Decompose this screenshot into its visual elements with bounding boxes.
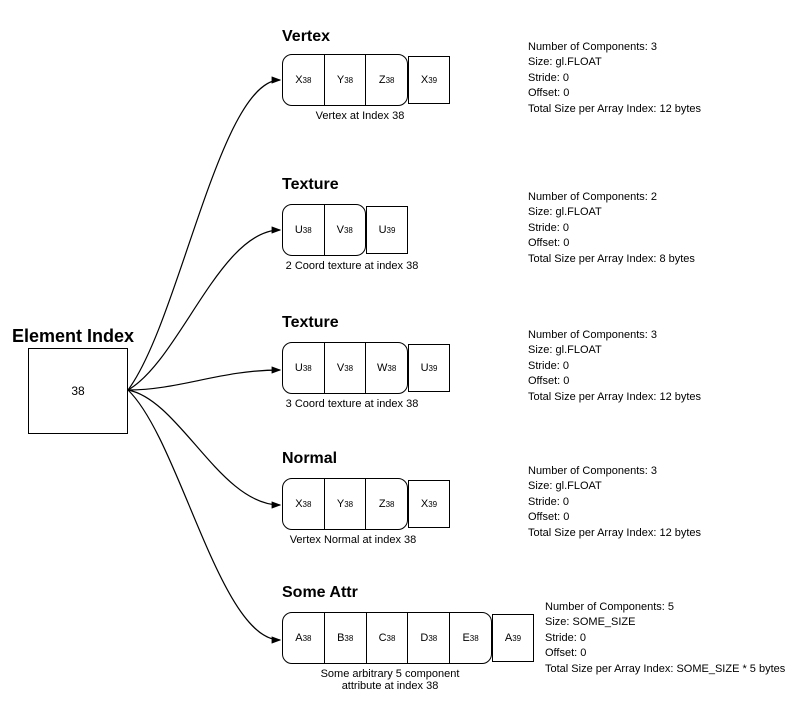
caption-vertex: Vertex at Index 38 <box>290 110 430 122</box>
buffer-cell: V38 <box>325 343 367 393</box>
metadata-normal: Number of Components: 3 Size: gl.FLOAT S… <box>528 464 701 541</box>
buffer-cell: A38 <box>283 613 325 663</box>
buffer-cell: V38 <box>325 205 366 255</box>
attr-title-someattr: Some Attr <box>282 584 358 602</box>
buffer-normal-overflow: X39 <box>408 480 450 528</box>
buffer-normal: X38Y38Z38 <box>282 478 408 530</box>
buffer-cell: U38 <box>283 343 325 393</box>
metadata-texture3: Number of Components: 3 Size: gl.FLOAT S… <box>528 328 701 405</box>
metadata-texture2: Number of Components: 2 Size: gl.FLOAT S… <box>528 190 695 267</box>
buffer-cell: E38 <box>450 613 491 663</box>
buffer-cell: Y38 <box>325 479 367 529</box>
buffer-cell: Z38 <box>366 479 407 529</box>
buffer-texture2-overflow: U39 <box>366 206 408 254</box>
metadata-someattr: Number of Components: 5 Size: SOME_SIZE … <box>545 600 785 677</box>
element-index-box: 38 <box>28 348 128 434</box>
caption-someattr: Some arbitrary 5 componentattribute at i… <box>290 668 490 692</box>
buffer-cell: Z38 <box>366 55 407 105</box>
buffer-cell: C38 <box>367 613 409 663</box>
element-index-title: Element Index <box>12 326 134 347</box>
attr-title-texture3: Texture <box>282 314 339 332</box>
buffer-cell: X38 <box>283 479 325 529</box>
buffer-someattr: A38B38C38D38E38 <box>282 612 492 664</box>
attr-title-vertex: Vertex <box>282 28 330 46</box>
caption-normal: Vertex Normal at index 38 <box>268 534 438 546</box>
attr-title-texture2: Texture <box>282 176 339 194</box>
metadata-vertex: Number of Components: 3 Size: gl.FLOAT S… <box>528 40 701 117</box>
buffer-vertex: X38Y38Z38 <box>282 54 408 106</box>
attr-title-normal: Normal <box>282 450 337 468</box>
buffer-cell: B38 <box>325 613 367 663</box>
buffer-cell: U38 <box>283 205 325 255</box>
buffer-texture2: U38V38 <box>282 204 366 256</box>
buffer-texture3-overflow: U39 <box>408 344 450 392</box>
element-index-value: 38 <box>71 384 84 398</box>
buffer-cell: W38 <box>366 343 407 393</box>
caption-texture3: 3 Coord texture at index 38 <box>262 398 442 410</box>
buffer-someattr-overflow: A39 <box>492 614 534 662</box>
buffer-texture3: U38V38W38 <box>282 342 408 394</box>
caption-texture2: 2 Coord texture at index 38 <box>262 260 442 272</box>
buffer-cell: X38 <box>283 55 325 105</box>
buffer-vertex-overflow: X39 <box>408 56 450 104</box>
buffer-cell: D38 <box>408 613 450 663</box>
buffer-cell: Y38 <box>325 55 367 105</box>
